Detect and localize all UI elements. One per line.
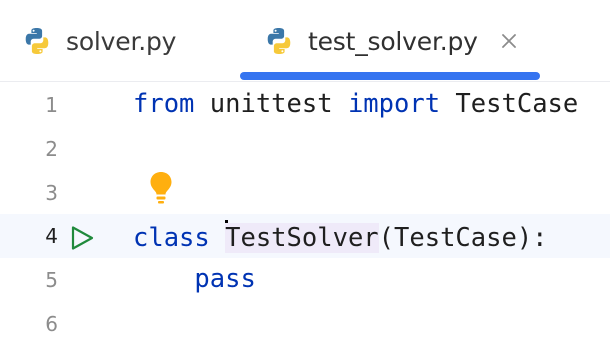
tab-solver-py[interactable]: solver.py [22,0,176,82]
code-text: from unittest import TestCase [133,89,578,119]
python-file-icon [22,26,52,56]
tab-test-solver-py[interactable]: test_solver.py [264,0,520,82]
run-gutter-icon[interactable] [68,224,96,252]
code-line[interactable]: 1 from unittest import TestCase [0,83,610,127]
python-file-icon [264,26,294,56]
editor-tab-bar: solver.py test_solver.py [0,0,610,82]
line-number: 1 [45,93,58,117]
code-token: (TestCase): [378,223,548,253]
tab-label: test_solver.py [308,26,478,56]
code-line[interactable]: 3 [0,171,610,215]
lightbulb-icon[interactable] [146,169,176,205]
code-text: class TestSolver(TestCase): [133,220,548,253]
code-line[interactable]: 6 [0,302,610,346]
keyword-token: import [347,89,441,119]
code-token: TestSolver [225,223,379,253]
active-tab-indicator [240,72,540,80]
line-number: 3 [45,181,58,205]
keyword-token: pass [194,264,256,294]
keyword-token: from [133,89,195,119]
line-number: 6 [45,312,58,336]
code-token: TestCase [440,89,579,119]
tab-label: solver.py [66,26,177,56]
code-text: pass [133,264,256,294]
code-token: unittest [194,89,348,119]
line-number: 2 [45,137,58,161]
keyword-token: class [133,223,210,253]
close-icon[interactable] [498,30,520,52]
line-number: 5 [45,268,58,292]
code-line[interactable]: 5 pass [0,258,610,302]
code-editor[interactable]: 1 from unittest import TestCase 2 3 4 class T… [0,83,610,362]
code-line[interactable]: 2 [0,127,610,171]
line-number: 4 [45,224,58,248]
